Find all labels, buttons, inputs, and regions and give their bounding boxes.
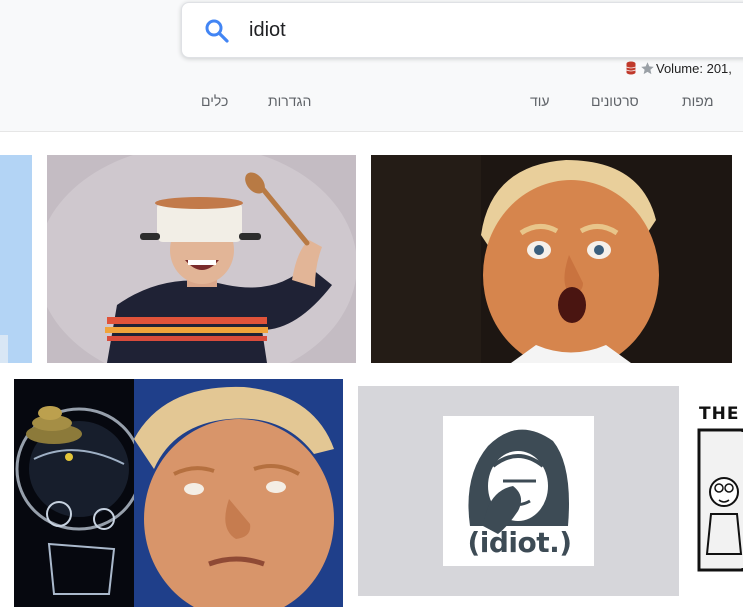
tab-maps[interactable]: מפות bbox=[682, 93, 713, 109]
image-result-idiot-facepalm[interactable]: (idiot.) bbox=[358, 386, 679, 596]
search-input[interactable] bbox=[249, 17, 649, 43]
image-result-xray-trump[interactable] bbox=[14, 379, 343, 607]
tab-tools[interactable]: כלים bbox=[201, 93, 228, 109]
volume-label: Volume: 201, bbox=[656, 60, 732, 76]
tab-settings[interactable]: הגדרות bbox=[268, 93, 311, 109]
search-box[interactable] bbox=[181, 2, 743, 58]
search-icon[interactable] bbox=[204, 18, 230, 44]
tab-videos[interactable]: סרטונים bbox=[591, 93, 639, 109]
star-icon[interactable] bbox=[640, 61, 655, 76]
facepalm-caption: (idiot.) bbox=[467, 526, 572, 559]
comic-title: THE bbox=[699, 404, 740, 424]
database-icon bbox=[626, 61, 636, 75]
tab-more[interactable]: עוד bbox=[530, 93, 550, 109]
image-result-trump-surprised[interactable] bbox=[371, 155, 732, 363]
image-result-man-with-pot[interactable] bbox=[47, 155, 356, 363]
image-result-comic-partial[interactable]: THE bbox=[697, 404, 743, 572]
image-result-partial-blue[interactable] bbox=[0, 155, 32, 363]
volume-indicator: Volume: 201, bbox=[626, 60, 732, 76]
top-bar: Volume: 201, מפות סרטונים עוד הגדרות כלי… bbox=[0, 0, 743, 132]
